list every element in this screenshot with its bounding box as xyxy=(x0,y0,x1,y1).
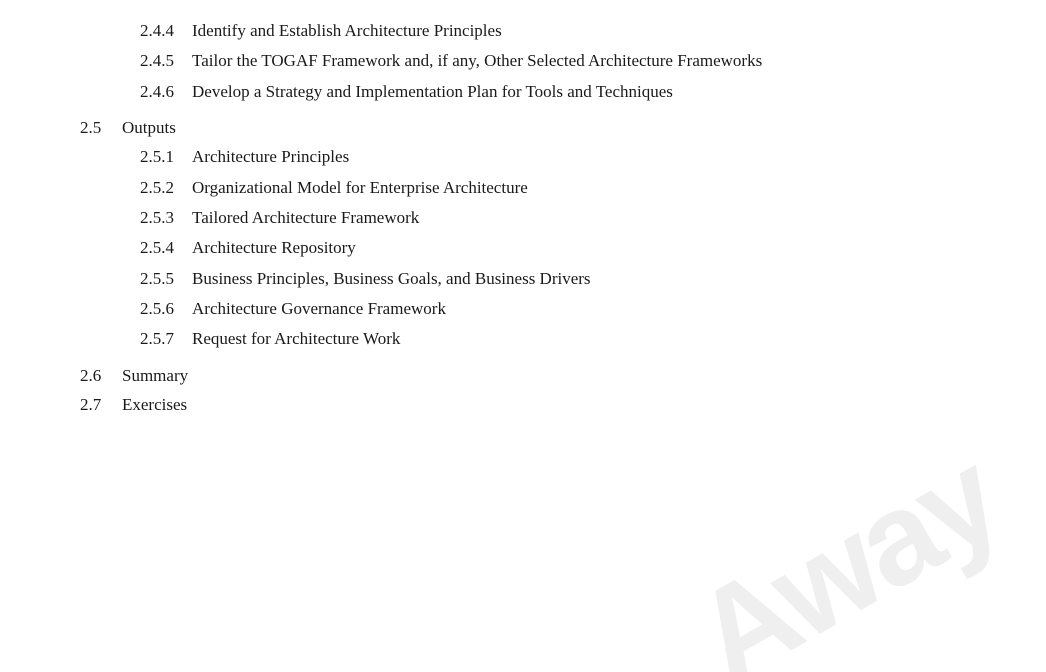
toc-row-2-5-3: 2.5.3 Tailored Architecture Framework xyxy=(80,205,986,231)
toc-num-2-5-4: 2.5.4 xyxy=(140,235,192,261)
toc-row-2-5: 2.5 Outputs xyxy=(80,115,986,141)
toc-num-2-6: 2.6 xyxy=(80,363,122,389)
toc-text-2-5-3: Tailored Architecture Framework xyxy=(192,205,986,231)
toc-text-2-4-6: Develop a Strategy and Implementation Pl… xyxy=(192,79,986,105)
toc-text-2-5-6: Architecture Governance Framework xyxy=(192,296,986,322)
toc-num-2-5-1: 2.5.1 xyxy=(140,144,192,170)
toc-row-2-5-6: 2.5.6 Architecture Governance Framework xyxy=(80,296,986,322)
toc-row-2-5-7: 2.5.7 Request for Architecture Work xyxy=(80,326,986,352)
toc-text-2-6: Summary xyxy=(122,363,986,389)
toc-num-2-5: 2.5 xyxy=(80,115,122,141)
toc-text-2-7: Exercises xyxy=(122,392,986,418)
toc-num-2-5-7: 2.5.7 xyxy=(140,326,192,352)
toc-text-2-4-4: Identify and Establish Architecture Prin… xyxy=(192,18,986,44)
toc-row-2-5-1: 2.5.1 Architecture Principles xyxy=(80,144,986,170)
toc-row-2-7: 2.7 Exercises xyxy=(80,392,986,418)
toc-num-2-4-5: 2.4.5 xyxy=(140,48,192,74)
toc-text-2-5-5: Business Principles, Business Goals, and… xyxy=(192,266,986,292)
toc-num-2-5-5: 2.5.5 xyxy=(140,266,192,292)
toc-num-2-5-6: 2.5.6 xyxy=(140,296,192,322)
toc-num-2-7: 2.7 xyxy=(80,392,122,418)
toc-row-2-4-4: 2.4.4 Identify and Establish Architectur… xyxy=(80,18,986,44)
toc-num-2-5-3: 2.5.3 xyxy=(140,205,192,231)
toc-row-2-4-5: 2.4.5 Tailor the TOGAF Framework and, if… xyxy=(80,48,986,74)
toc-content: 2.4.4 Identify and Establish Architectur… xyxy=(80,18,986,418)
toc-row-2-4-6: 2.4.6 Develop a Strategy and Implementat… xyxy=(80,79,986,105)
toc-num-2-4-6: 2.4.6 xyxy=(140,79,192,105)
toc-text-2-5-1: Architecture Principles xyxy=(192,144,986,170)
toc-text-2-5-4: Architecture Repository xyxy=(192,235,986,261)
toc-num-2-5-2: 2.5.2 xyxy=(140,175,192,201)
toc-text-2-5-7: Request for Architecture Work xyxy=(192,326,986,352)
toc-num-2-4-4: 2.4.4 xyxy=(140,18,192,44)
watermark-text: Away xyxy=(669,422,1022,672)
toc-row-2-6: 2.6 Summary xyxy=(80,363,986,389)
toc-text-2-5-2: Organizational Model for Enterprise Arch… xyxy=(192,175,986,201)
toc-row-2-5-2: 2.5.2 Organizational Model for Enterpris… xyxy=(80,175,986,201)
toc-row-2-5-4: 2.5.4 Architecture Repository xyxy=(80,235,986,261)
toc-text-2-5: Outputs xyxy=(122,115,986,141)
page-container: Away 2.4.4 Identify and Establish Archit… xyxy=(0,0,1046,672)
toc-text-2-4-5: Tailor the TOGAF Framework and, if any, … xyxy=(192,48,986,74)
toc-row-2-5-5: 2.5.5 Business Principles, Business Goal… xyxy=(80,266,986,292)
